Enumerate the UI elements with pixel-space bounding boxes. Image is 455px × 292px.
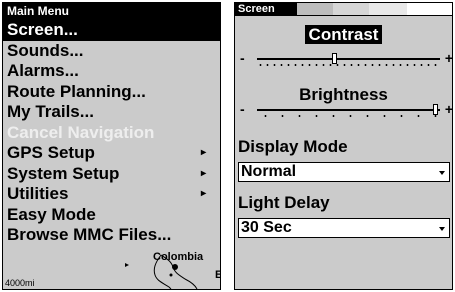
screen-settings-screen: Screen Contrast - + Brightness - + Displ… (234, 2, 453, 290)
screen-title-bar: Screen (235, 3, 452, 16)
menu-item-label: Browse MMC Files... (7, 225, 172, 244)
menu-item-label: Screen... (7, 20, 78, 39)
menu-item[interactable]: Utilities ▸ (3, 184, 220, 205)
display-mode-value: Normal (241, 163, 297, 180)
menu-item-label: Utilities (7, 184, 69, 203)
contrast-slider[interactable]: - + (235, 50, 452, 70)
menu-item: Cancel Navigation (3, 123, 220, 144)
gray-shade-2 (333, 3, 369, 15)
brightness-plus[interactable]: + (445, 101, 452, 117)
light-delay-dropdown[interactable]: 30 Sec (238, 218, 450, 238)
menu-item-label: Sounds... (7, 40, 84, 60)
menu-item[interactable]: My Trails... (3, 102, 220, 123)
menu-item[interactable]: Browse MMC Files... (3, 225, 220, 246)
main-menu-title: Main Menu (3, 3, 220, 20)
contrast-ticks (257, 64, 440, 66)
chevron-right-icon: ▸ (200, 167, 206, 179)
chevron-down-icon (439, 227, 445, 231)
chevron-right-icon: ▸ (200, 147, 206, 158)
brightness-track (257, 109, 440, 111)
menu-item[interactable]: Alarms... (3, 61, 220, 82)
contrast-plus[interactable]: + (445, 50, 452, 66)
menu-item-label: My Trails... (7, 102, 94, 121)
brightness-ticks (257, 115, 440, 117)
contrast-minus[interactable]: - (240, 50, 245, 66)
main-menu-screen: Main Menu Screen... Sounds... Alarms... Rou… (2, 2, 221, 290)
map-edge-letter: E (215, 269, 220, 281)
menu-item[interactable]: Route Planning... (3, 82, 220, 103)
menu-item[interactable]: GPS Setup ▸ (3, 143, 220, 164)
chevron-down-icon (439, 171, 445, 175)
chevron-right-icon: ▸ (200, 188, 206, 199)
menu-item[interactable]: System Setup ▸ (3, 164, 220, 185)
menu-item-label: System Setup (7, 163, 120, 183)
menu-item-label: Cancel Navigation (7, 122, 155, 142)
gray-shade-1 (297, 3, 333, 15)
gray-shade-3 (369, 3, 407, 15)
light-delay-label: Light Delay (238, 193, 330, 212)
menu-item[interactable]: Easy Mode (3, 205, 220, 226)
display-mode-dropdown[interactable]: Normal (238, 162, 450, 182)
display-mode-label: Display Mode (238, 137, 348, 156)
map-preview: Colombia E 4000mi (3, 249, 220, 289)
map-place-label: Colombia (153, 251, 204, 263)
map-scale-label: 4000mi (5, 278, 35, 288)
contrast-label: Contrast (235, 25, 452, 45)
menu-item[interactable]: Screen... (3, 20, 220, 41)
menu-item-label: GPS Setup (7, 143, 95, 162)
brightness-minus[interactable]: - (240, 101, 245, 117)
menu-item-label: Route Planning... (7, 81, 146, 101)
menu-item-label: Easy Mode (7, 204, 96, 224)
brightness-thumb[interactable] (432, 104, 438, 115)
contrast-track (257, 58, 440, 60)
menu-item[interactable]: Sounds... (3, 41, 220, 62)
brightness-slider[interactable]: - + (235, 101, 452, 121)
main-menu-list: Screen... Sounds... Alarms... Route Plannin… (3, 20, 220, 246)
light-delay-value: 30 Sec (241, 219, 292, 236)
screen-title: Screen (235, 3, 297, 15)
contrast-thumb[interactable] (331, 53, 337, 64)
menu-item-label: Alarms... (7, 61, 79, 80)
